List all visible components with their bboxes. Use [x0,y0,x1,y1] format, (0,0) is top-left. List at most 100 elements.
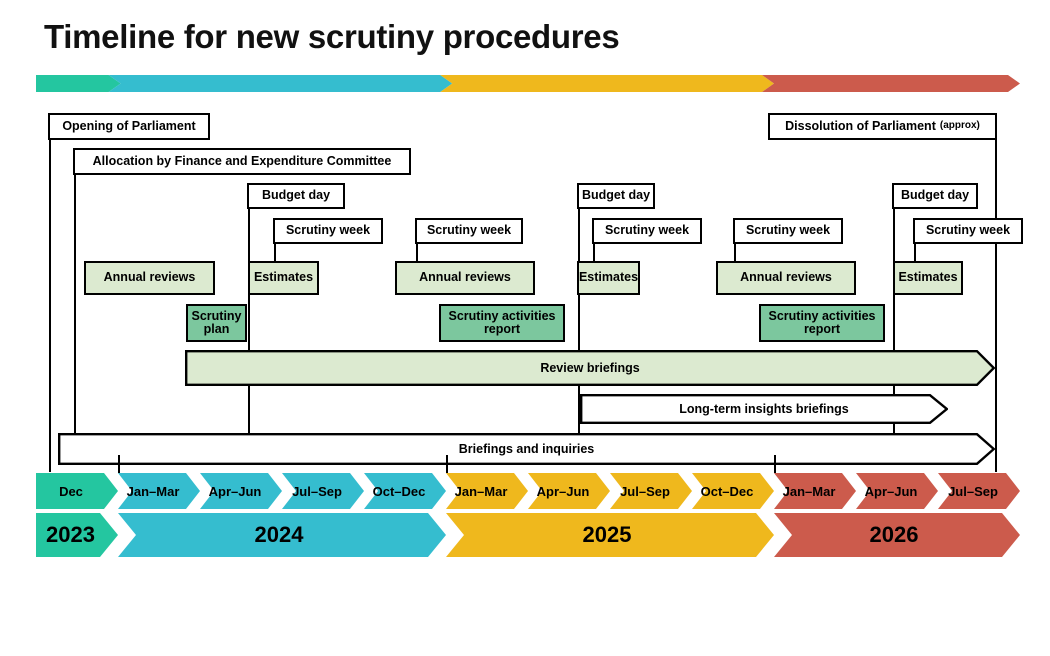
page-title: Timeline for new scrutiny procedures [44,18,620,55]
milestone-opening-of-parliament-label: Opening of Parliament [62,118,196,133]
bar-review-briefings: Review briefings [185,350,995,386]
chevron-shape [118,513,446,557]
activity-annual-reviews-1-label: Annual reviews [103,270,196,285]
quarter-axis: Dec Jan–Mar Apr–Jun Jul–Sep Oct–Dec Jan–Mar Ap… [36,473,1020,509]
quarter-chevron: Oct–Dec [692,473,774,509]
quarter-chevron: Apr–Jun [856,473,938,509]
event-scrutiny-week-2: Scrutiny week [415,218,523,244]
chevron-shape [36,513,118,557]
chevron-shape [200,473,282,509]
activity-estimates-3: Estimates [893,261,963,295]
opening-of-parliament-line [49,138,51,472]
ribbon-segment [108,75,453,92]
activity-estimates-2-label: Estimates [578,270,639,285]
chevron-shape [610,473,692,509]
axis-tick [118,455,120,473]
timeline-diagram: Timeline for new scrutiny procedures Ope… [0,0,1050,656]
activity-estimates-2: Estimates [577,261,640,295]
activity-scrutiny-activities-report-1: Scrutiny activities report [439,304,565,342]
scrutiny-week-3-line [593,244,595,262]
quarter-chevron: Jan–Mar [118,473,200,509]
axis-tick [446,455,448,473]
chevron-shape [692,473,774,509]
chevron-shape [938,473,1020,509]
ribbon-segment [36,75,121,92]
event-budget-day-2024: Budget day [247,183,345,209]
scrutiny-week-4-line [734,244,736,262]
chevron-shape [36,473,118,509]
activity-scrutiny-activities-report-2-label: Scrutiny activities report [768,308,876,336]
scrutiny-week-2-line [416,244,418,262]
year-chevron: 2024 [118,513,446,557]
bar-review-briefings-label: Review briefings [540,361,640,375]
activity-estimates-1-label: Estimates [253,270,314,285]
axis-tick [774,455,776,473]
phase-ribbon [36,75,1020,92]
event-budget-day-2026-label: Budget day [900,188,970,203]
scrutiny-week-5-line [914,244,916,262]
year-chevron: 2025 [446,513,774,557]
activity-annual-reviews-1: Annual reviews [84,261,215,295]
quarter-chevron: Jan–Mar [446,473,528,509]
event-scrutiny-week-1-label: Scrutiny week [285,223,371,238]
activity-annual-reviews-3: Annual reviews [716,261,856,295]
year-chevron: 2023 [36,513,118,557]
scrutiny-week-1-line [274,244,276,262]
milestone-opening-of-parliament: Opening of Parliament [48,113,210,140]
quarter-chevron: Oct–Dec [364,473,446,509]
chevron-shape [118,473,200,509]
chevron-shape [528,473,610,509]
year-chevron: 2026 [774,513,1020,557]
activity-estimates-1: Estimates [248,261,319,295]
milestone-allocation-committee: Allocation by Finance and Expenditure Co… [73,148,411,175]
activity-annual-reviews-2: Annual reviews [395,261,535,295]
ribbon-segment [762,75,1020,92]
bar-briefings-and-inquiries-label: Briefings and inquiries [458,442,595,456]
ribbon-segment [440,75,774,92]
event-scrutiny-week-5-label: Scrutiny week [925,223,1011,238]
quarter-chevron: Jan–Mar [774,473,856,509]
dissolution-of-parliament-line [995,140,997,472]
quarter-chevron: Jul–Sep [610,473,692,509]
milestone-dissolution-of-parliament-sublabel: (approx) [939,120,980,132]
diagram-body: Opening of Parliament Dissolution of Parl… [0,100,1050,472]
activity-scrutiny-plan: Scrutiny plan [186,304,247,342]
activity-scrutiny-plan-label: Scrutiny plan [191,308,242,336]
milestone-dissolution-of-parliament-label: Dissolution of Parliament [785,118,936,133]
activity-annual-reviews-2-label: Annual reviews [419,270,511,285]
year-axis: 2023 2024 2025 2026 [36,513,1020,557]
bar-briefings-and-inquiries: Briefings and inquiries [58,433,995,465]
quarter-chevron: Apr–Jun [528,473,610,509]
event-scrutiny-week-5: Scrutiny week [913,218,1023,244]
activity-estimates-3-label: Estimates [898,270,958,285]
activity-scrutiny-activities-report-1-label: Scrutiny activities report [448,308,556,336]
chevron-shape [282,473,364,509]
event-scrutiny-week-1: Scrutiny week [273,218,383,244]
event-budget-day-2024-label: Budget day [261,188,331,203]
event-budget-day-2025-label: Budget day [581,188,651,203]
bar-long-term-insights-briefings-label: Long-term insights briefings [679,402,849,416]
event-budget-day-2026: Budget day [892,183,978,209]
chevron-shape [446,473,528,509]
bar-long-term-insights-briefings: Long-term insights briefings [580,394,948,424]
chevron-shape [774,473,856,509]
chevron-shape [446,513,774,557]
quarter-chevron: Jul–Sep [282,473,364,509]
chevron-shape [774,513,1020,557]
milestone-dissolution-of-parliament: Dissolution of Parliament (approx) [768,113,997,140]
chevron-shape [856,473,938,509]
quarter-chevron: Dec [36,473,118,509]
event-scrutiny-week-3-label: Scrutiny week [604,223,690,238]
event-scrutiny-week-3: Scrutiny week [592,218,702,244]
event-budget-day-2025: Budget day [577,183,655,209]
activity-annual-reviews-3-label: Annual reviews [740,270,832,285]
event-scrutiny-week-2-label: Scrutiny week [426,223,512,238]
budget-day-2024-line [248,209,250,455]
activity-scrutiny-activities-report-2: Scrutiny activities report [759,304,885,342]
event-scrutiny-week-4: Scrutiny week [733,218,843,244]
quarter-chevron: Apr–Jun [200,473,282,509]
chevron-shape [364,473,446,509]
allocation-committee-line [74,172,76,464]
event-scrutiny-week-4-label: Scrutiny week [745,223,831,238]
milestone-allocation-committee-label: Allocation by Finance and Expenditure Co… [92,153,392,168]
